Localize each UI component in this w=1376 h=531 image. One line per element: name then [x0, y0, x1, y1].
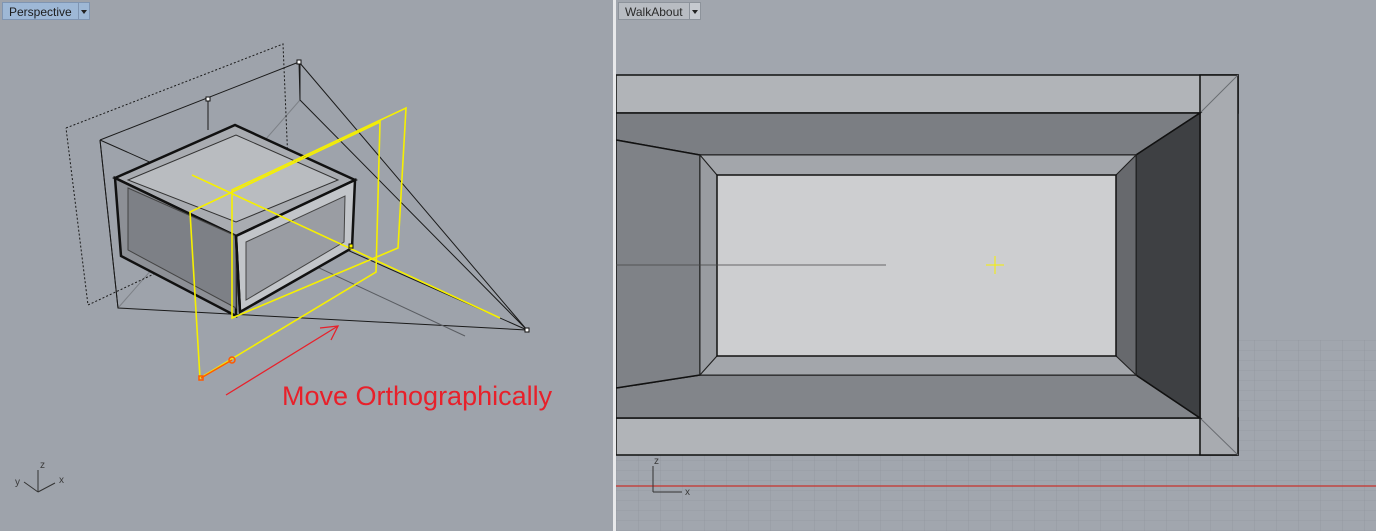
box-interior-view: [616, 74, 1239, 456]
chevron-down-icon[interactable]: [78, 2, 90, 20]
viewport-title[interactable]: WalkAbout: [618, 2, 690, 20]
axis-y-label: y: [15, 477, 20, 488]
walkabout-viewport[interactable]: WalkAbout z x: [616, 0, 1376, 531]
axis-x-label: x: [59, 475, 64, 486]
walkabout-scene: z x: [616, 74, 1376, 531]
viewport-title[interactable]: Perspective: [2, 2, 79, 20]
axis-widget: [23, 470, 56, 493]
perspective-viewport[interactable]: Perspective z x y Move Orthographically: [0, 0, 613, 531]
annotation-text: Move Orthographically: [282, 381, 553, 411]
perspective-viewport-tab[interactable]: Perspective: [2, 2, 90, 20]
axis-z-label: z: [654, 456, 659, 467]
box-object: [112, 123, 358, 319]
axis-x-label: x: [685, 487, 690, 498]
perspective-scene: z x y: [15, 43, 530, 493]
chevron-down-icon[interactable]: [689, 2, 701, 20]
walkabout-viewport-tab[interactable]: WalkAbout: [618, 2, 701, 20]
drag-handle[interactable]: [198, 356, 236, 381]
axis-z-label: z: [40, 460, 45, 471]
